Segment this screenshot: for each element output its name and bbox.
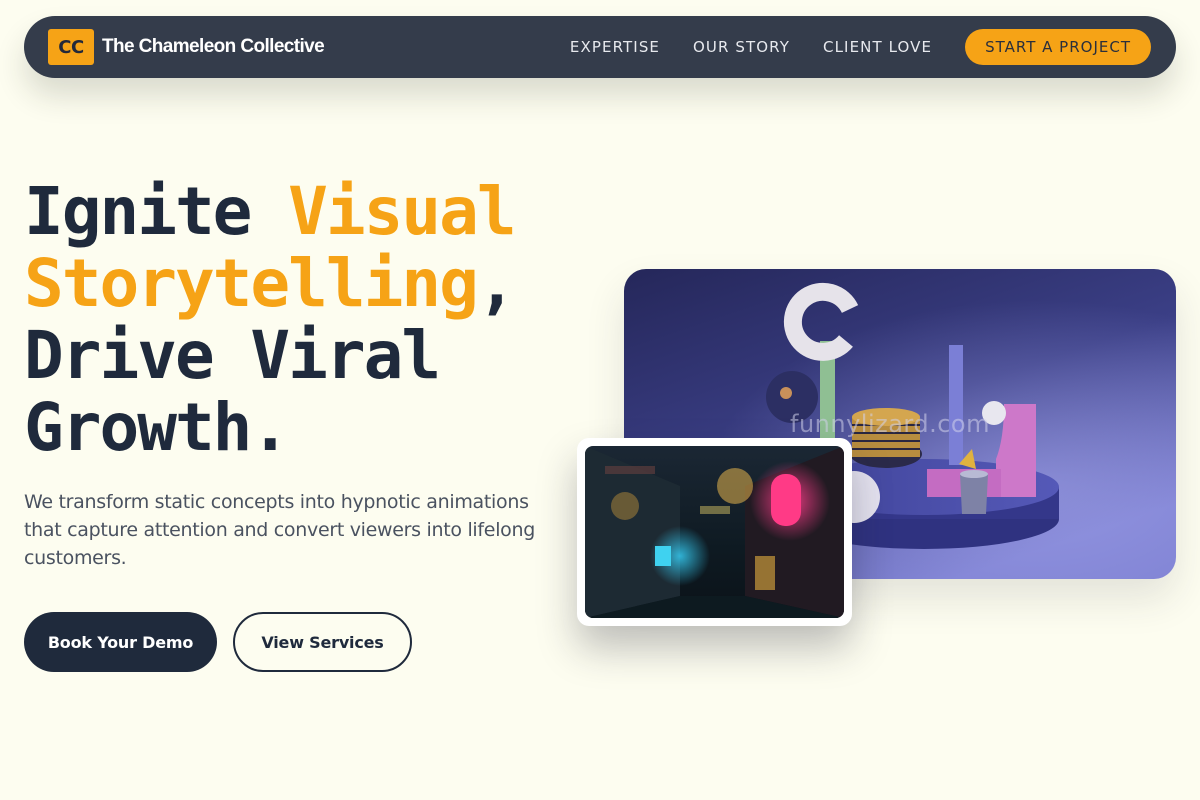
brand-name[interactable]: The Chameleon Collective <box>102 36 325 58</box>
neon-alley-image-card <box>577 438 852 626</box>
book-demo-button[interactable]: Book Your Demo <box>24 612 217 672</box>
headline-part-2: , <box>476 245 517 322</box>
view-services-button[interactable]: View Services <box>233 612 412 672</box>
nav-link-our-story[interactable]: OUR STORY <box>693 38 790 56</box>
headline-accent-2: Storytelling <box>24 245 479 322</box>
headline-part-1: Ignite <box>24 173 289 250</box>
top-navigation: CC The Chameleon Collective EXPERTISE OU… <box>24 16 1176 78</box>
nav-link-expertise[interactable]: EXPERTISE <box>570 38 660 56</box>
nav-link-client-love[interactable]: CLIENT LOVE <box>823 38 932 56</box>
neon-alley-image <box>585 446 844 618</box>
neon-alley-illustration <box>585 446 844 618</box>
headline-line-3: Drive Viral <box>24 317 441 394</box>
headline-accent-1: Visual <box>288 173 516 250</box>
hero-headline: Ignite Visual Storytelling, Drive Viral Gro… <box>24 176 584 464</box>
nav-links: EXPERTISE OUR STORY CLIENT LOVE START A … <box>570 29 1152 65</box>
hero-subtext: We transform static concepts into hypnot… <box>24 491 535 569</box>
start-project-button[interactable]: START A PROJECT <box>965 29 1151 65</box>
logo-mark[interactable]: CC <box>48 29 94 65</box>
headline-line-4: Growth. <box>24 389 290 466</box>
